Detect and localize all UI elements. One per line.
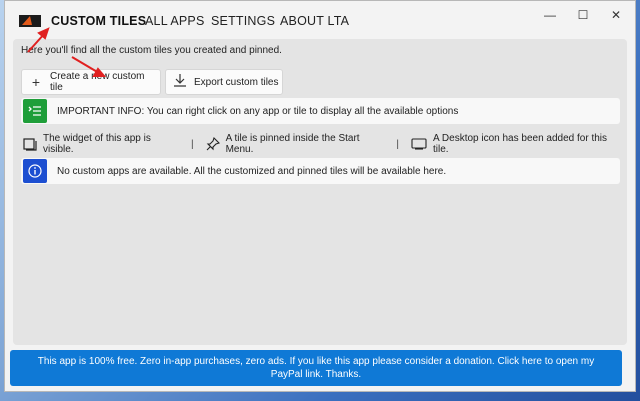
arrow-to-tab-icon: [27, 27, 50, 53]
arrow-to-create-button-icon: [71, 56, 107, 77]
annotation-arrows: [27, 27, 107, 77]
